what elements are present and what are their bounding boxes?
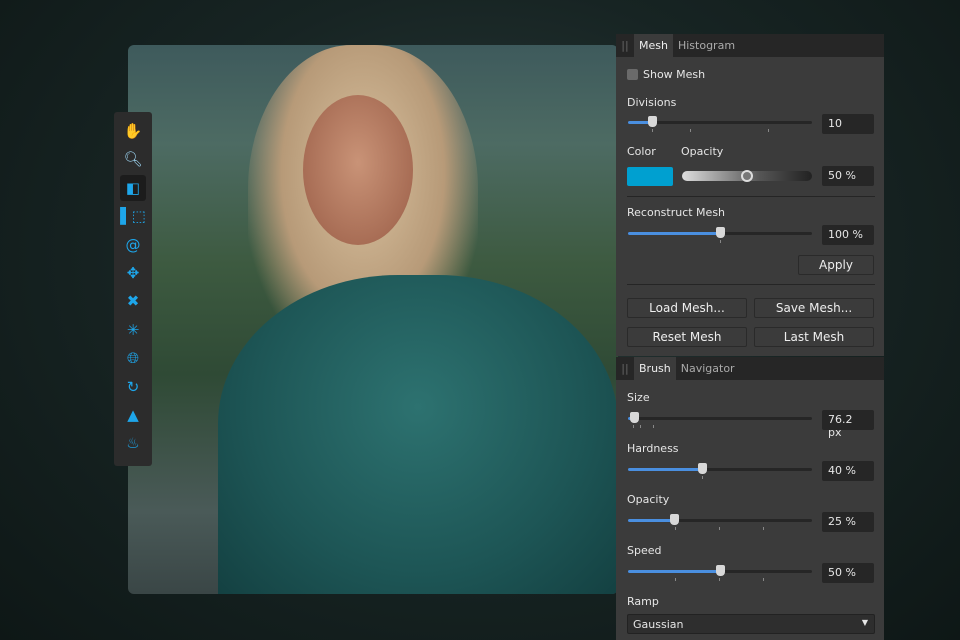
opacity-slider[interactable] bbox=[628, 514, 812, 530]
last-mesh-button[interactable]: Last Mesh bbox=[754, 327, 874, 347]
divider bbox=[627, 284, 875, 285]
color-swatch[interactable] bbox=[627, 167, 673, 186]
freeze-tool-icon[interactable]: ▲ bbox=[120, 402, 146, 428]
slider-thumb[interactable] bbox=[716, 227, 725, 238]
size-input[interactable]: 76.2 px bbox=[822, 410, 874, 439]
slider-thumb[interactable] bbox=[629, 412, 639, 423]
speed-label: Speed bbox=[627, 544, 662, 557]
panel-grip-icon[interactable]: || bbox=[616, 357, 634, 380]
color-label: Color bbox=[627, 145, 656, 158]
hardness-input[interactable]: 40 % bbox=[822, 461, 874, 481]
slider-tick bbox=[652, 129, 653, 132]
slider-tick bbox=[653, 425, 654, 428]
tab-brush[interactable]: Brush bbox=[634, 357, 676, 380]
ramp-value: Gaussian bbox=[633, 618, 684, 631]
slider-fill bbox=[628, 570, 720, 573]
hand-tool-icon[interactable]: ✋ bbox=[120, 118, 146, 144]
save-mesh-button[interactable]: Save Mesh... bbox=[754, 298, 874, 318]
slider-knob[interactable] bbox=[741, 170, 753, 182]
opacity-input[interactable]: 25 % bbox=[822, 512, 874, 532]
hardness-label: Hardness bbox=[627, 442, 679, 455]
speed-input[interactable]: 50 % bbox=[822, 563, 874, 583]
turbulence-tool-icon[interactable]: ✳ bbox=[120, 317, 146, 343]
slider-fill bbox=[628, 519, 674, 522]
size-slider[interactable] bbox=[628, 412, 812, 428]
photo-subject-dress bbox=[218, 275, 618, 594]
reconstruct-tool-icon[interactable]: ↻ bbox=[120, 374, 146, 400]
divisions-label: Divisions bbox=[627, 96, 677, 109]
push-left-tool-icon[interactable]: ▌⬚ bbox=[120, 203, 146, 229]
slider-tick bbox=[675, 578, 676, 581]
tab-histogram[interactable]: Histogram bbox=[673, 34, 740, 57]
reconstruct-label: Reconstruct Mesh bbox=[627, 206, 726, 219]
divisions-input[interactable]: 10 bbox=[822, 114, 874, 134]
tools-toolbar: ✋ 🔍︎ ◧ ▌⬚ @ ✥ ✖ ✳ 🌐︎ ↻ ▲ ♨ bbox=[114, 112, 152, 466]
chevron-down-icon: ▼ bbox=[861, 618, 868, 627]
speed-slider[interactable] bbox=[628, 565, 812, 581]
opacity-label: Opacity bbox=[681, 145, 724, 158]
divisions-slider[interactable] bbox=[628, 116, 812, 132]
slider-thumb[interactable] bbox=[647, 116, 657, 127]
load-mesh-button[interactable]: Load Mesh... bbox=[627, 298, 747, 318]
reconstruct-slider[interactable] bbox=[628, 227, 812, 243]
tab-navigator[interactable]: Navigator bbox=[676, 357, 740, 380]
thaw-tool-icon[interactable]: ♨ bbox=[120, 430, 146, 456]
hardness-slider[interactable] bbox=[628, 463, 812, 479]
slider-tick bbox=[763, 578, 764, 581]
mesh-panel: || Mesh Histogram Show Mesh Divisions 10… bbox=[616, 34, 884, 356]
slider-tick bbox=[702, 476, 703, 479]
opacity-label: Opacity bbox=[627, 493, 670, 506]
mesh-opacity-input[interactable]: 50 % bbox=[822, 166, 874, 186]
punch-tool-icon[interactable]: ✖ bbox=[120, 288, 146, 314]
photo-subject-face bbox=[303, 95, 413, 245]
panel-grip-icon[interactable]: || bbox=[616, 34, 634, 57]
slider-tick bbox=[719, 578, 720, 581]
slider-tick bbox=[763, 527, 764, 530]
size-label: Size bbox=[627, 391, 650, 404]
mesh-opacity-slider[interactable] bbox=[682, 170, 812, 182]
slider-tick bbox=[720, 240, 721, 243]
ramp-label: Ramp bbox=[627, 595, 659, 608]
slider-fill bbox=[628, 468, 702, 471]
reset-mesh-button[interactable]: Reset Mesh bbox=[627, 327, 747, 347]
slider-thumb[interactable] bbox=[697, 463, 707, 474]
divider bbox=[627, 196, 875, 197]
pinch-tool-icon[interactable]: ✥ bbox=[120, 260, 146, 286]
slider-fill bbox=[628, 232, 720, 235]
slider-tick bbox=[633, 425, 634, 428]
brush-panel: || Brush Navigator Size 76.2 px Hardness… bbox=[616, 357, 884, 640]
slider-tick bbox=[690, 129, 691, 132]
ramp-dropdown[interactable]: Gaussian ▼ bbox=[627, 614, 875, 634]
slider-thumb[interactable] bbox=[670, 514, 679, 525]
slider-tick bbox=[768, 129, 769, 132]
mesh-clone-tool-icon[interactable]: 🌐︎ bbox=[120, 345, 146, 371]
apply-button[interactable]: Apply bbox=[798, 255, 874, 275]
reconstruct-input[interactable]: 100 % bbox=[822, 225, 874, 245]
slider-tick bbox=[719, 527, 720, 530]
zoom-tool-icon[interactable]: 🔍︎ bbox=[120, 146, 146, 172]
show-mesh-label: Show Mesh bbox=[643, 68, 706, 81]
slider-thumb[interactable] bbox=[716, 565, 725, 576]
push-forward-tool-icon[interactable]: ◧ bbox=[120, 174, 146, 201]
twirl-tool-icon[interactable]: @ bbox=[120, 232, 146, 258]
tab-mesh[interactable]: Mesh bbox=[634, 34, 673, 57]
slider-tick bbox=[675, 527, 676, 530]
canvas-photo[interactable] bbox=[128, 45, 618, 594]
slider-tick bbox=[640, 425, 641, 428]
show-mesh-checkbox[interactable] bbox=[627, 69, 638, 80]
